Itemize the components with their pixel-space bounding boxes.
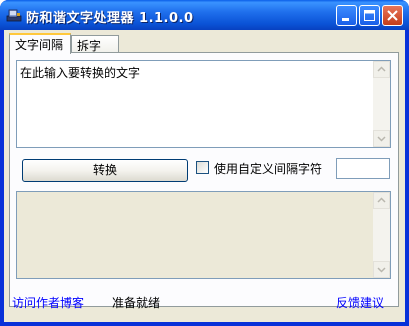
window-title: 防和谐文字处理器 1.1.0.0 xyxy=(26,11,194,26)
app-icon xyxy=(6,7,22,23)
minimize-button[interactable] xyxy=(336,5,357,26)
status-text: 准备就绪 xyxy=(112,296,161,310)
scroll-up-button[interactable] xyxy=(373,61,390,78)
tab-label: 拆字 xyxy=(77,39,102,53)
tab-text-spacing[interactable]: 文字间隔 xyxy=(9,33,71,54)
custom-separator-label: 使用自定义间隔字符 xyxy=(214,162,323,176)
scroll-up-button[interactable] xyxy=(373,192,390,209)
input-textarea[interactable]: 在此输入要转换的文字 xyxy=(16,60,391,148)
scroll-down-button[interactable] xyxy=(373,130,390,147)
close-icon xyxy=(387,10,398,21)
minimize-icon xyxy=(342,18,349,21)
visit-author-blog-link[interactable]: 访问作者博客 xyxy=(12,294,84,311)
tab-label: 文字间隔 xyxy=(15,38,64,52)
separator-input[interactable] xyxy=(336,158,390,179)
title-bar[interactable]: 防和谐文字处理器 1.1.0.0 xyxy=(0,0,409,30)
convert-button[interactable]: 转换 xyxy=(22,159,188,182)
convert-button-label: 转换 xyxy=(92,163,117,177)
scroll-down-button[interactable] xyxy=(373,261,390,278)
maximize-icon xyxy=(364,10,375,21)
app-window: 防和谐文字处理器 1.1.0.0 文字间隔 拆字 在此输入要转换的文字 转换 使… xyxy=(0,0,409,326)
input-text: 在此输入要转换的文字 xyxy=(20,66,141,80)
arrow-down-icon xyxy=(377,136,386,142)
input-scrollbar[interactable] xyxy=(373,61,390,147)
arrow-up-icon xyxy=(377,66,386,72)
tab-split-chars[interactable]: 拆字 xyxy=(71,35,119,53)
tab-panel: 在此输入要转换的文字 转换 使用自定义间隔字符 xyxy=(9,52,399,307)
feedback-link[interactable]: 反馈建议 xyxy=(336,294,384,311)
arrow-down-icon xyxy=(377,267,386,273)
output-scrollbar[interactable] xyxy=(373,192,390,278)
output-textarea[interactable] xyxy=(16,191,391,279)
close-button[interactable] xyxy=(382,5,403,26)
maximize-button[interactable] xyxy=(359,5,380,26)
arrow-up-icon xyxy=(377,197,386,203)
custom-separator-checkbox[interactable] xyxy=(196,161,209,174)
client-area: 文字间隔 拆字 在此输入要转换的文字 转换 使用自定义间隔字符 访问作者博客 准… xyxy=(4,30,405,322)
